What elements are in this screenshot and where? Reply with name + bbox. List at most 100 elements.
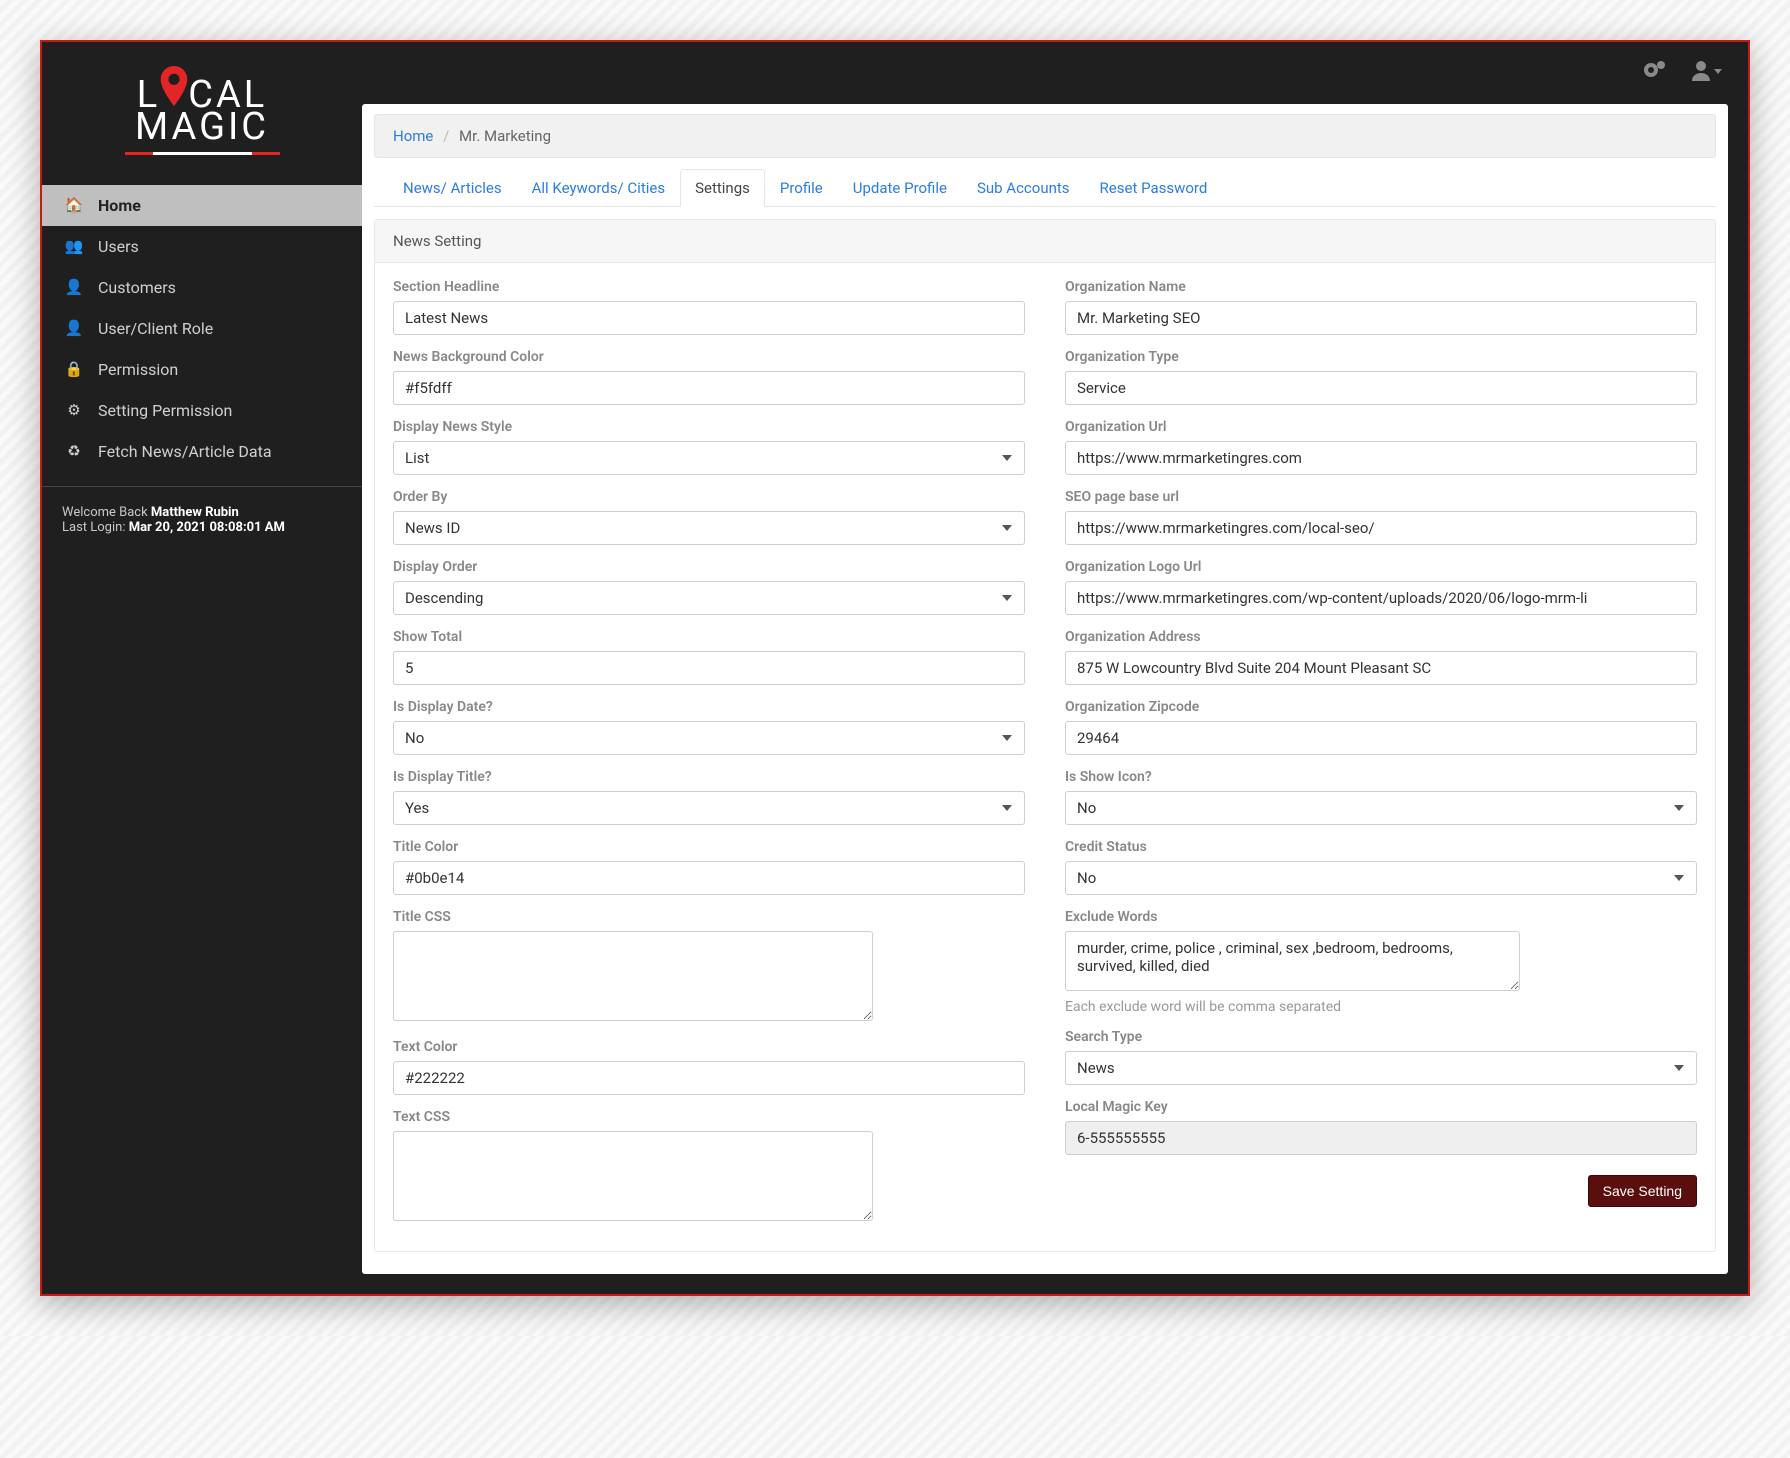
- customer-icon: 👤: [64, 278, 84, 296]
- tab-news-articles[interactable]: News/ Articles: [388, 169, 517, 207]
- org-logo-url-input[interactable]: [1065, 581, 1697, 615]
- sidebar-item-label: Users: [98, 237, 139, 256]
- users-icon: 👥: [64, 237, 84, 255]
- save-setting-button[interactable]: Save Setting: [1588, 1175, 1697, 1207]
- org-logo-url-label: Organization Logo Url: [1065, 559, 1697, 575]
- search-type-select[interactable]: News: [1065, 1051, 1697, 1085]
- is-display-title-label: Is Display Title?: [393, 769, 1025, 785]
- news-bg-color-label: News Background Color: [393, 349, 1025, 365]
- is-display-date-label: Is Display Date?: [393, 699, 1025, 715]
- title-color-label: Title Color: [393, 839, 1025, 855]
- lock-icon: 🔒: [64, 360, 84, 378]
- display-news-style-label: Display News Style: [393, 419, 1025, 435]
- welcome-username: Matthew Rubin: [151, 505, 239, 520]
- last-login-prefix: Last Login:: [62, 520, 129, 535]
- sidebar-nav: 🏠 Home 👥 Users 👤 Customers 👤 User/Client…: [42, 185, 362, 472]
- sidebar: L CAL MAGIC 🏠 Home 👥 U: [42, 42, 362, 1294]
- sidebar-item-user-client-role[interactable]: 👤 User/Client Role: [42, 308, 362, 349]
- map-pin-icon: [160, 66, 188, 110]
- title-css-textarea[interactable]: [393, 931, 873, 1021]
- sidebar-item-customers[interactable]: 👤 Customers: [42, 267, 362, 308]
- breadcrumb-current: Mr. Marketing: [459, 127, 551, 145]
- org-name-input[interactable]: [1065, 301, 1697, 335]
- tab-bar: News/ Articles All Keywords/ Cities Sett…: [374, 168, 1716, 207]
- is-show-icon-select[interactable]: No: [1065, 791, 1697, 825]
- breadcrumb: Home / Mr. Marketing: [374, 114, 1716, 158]
- news-setting-panel: News Setting Section Headline News Back: [374, 219, 1716, 1252]
- sidebar-item-home[interactable]: 🏠 Home: [42, 185, 362, 226]
- home-icon: 🏠: [64, 196, 84, 214]
- section-headline-label: Section Headline: [393, 279, 1025, 295]
- title-color-input[interactable]: [393, 861, 1025, 895]
- role-icon: 👤: [64, 319, 84, 337]
- user-menu-icon[interactable]: [1690, 59, 1724, 87]
- seo-base-url-input[interactable]: [1065, 511, 1697, 545]
- seo-base-url-label: SEO page base url: [1065, 489, 1697, 505]
- org-type-input[interactable]: [1065, 371, 1697, 405]
- org-url-label: Organization Url: [1065, 419, 1697, 435]
- gear-icon: ⚙: [64, 401, 84, 419]
- exclude-words-help: Each exclude word will be comma separate…: [1065, 999, 1697, 1015]
- news-bg-color-input[interactable]: [393, 371, 1025, 405]
- breadcrumb-home[interactable]: Home: [393, 127, 433, 145]
- sidebar-item-fetch-news[interactable]: ♻ Fetch News/Article Data: [42, 431, 362, 472]
- is-display-title-select[interactable]: Yes: [393, 791, 1025, 825]
- org-url-input[interactable]: [1065, 441, 1697, 475]
- display-order-select[interactable]: Descending: [393, 581, 1025, 615]
- welcome-block: Welcome Back Matthew Rubin Last Login: M…: [42, 486, 362, 553]
- breadcrumb-separator: /: [443, 127, 449, 145]
- section-headline-input[interactable]: [393, 301, 1025, 335]
- logo: L CAL MAGIC: [42, 42, 362, 185]
- is-show-icon-label: Is Show Icon?: [1065, 769, 1697, 785]
- order-by-label: Order By: [393, 489, 1025, 505]
- show-total-input[interactable]: [393, 651, 1025, 685]
- sidebar-item-label: Setting Permission: [98, 401, 232, 420]
- org-address-input[interactable]: [1065, 651, 1697, 685]
- tab-reset-password[interactable]: Reset Password: [1085, 169, 1223, 207]
- exclude-words-label: Exclude Words: [1065, 909, 1697, 925]
- welcome-prefix: Welcome Back: [62, 505, 151, 520]
- org-zipcode-input[interactable]: [1065, 721, 1697, 755]
- local-magic-key-input: [1065, 1121, 1697, 1155]
- tab-all-keywords-cities[interactable]: All Keywords/ Cities: [517, 169, 681, 207]
- topbar: [362, 42, 1748, 104]
- sidebar-item-label: Permission: [98, 360, 178, 379]
- last-login-value: Mar 20, 2021 08:08:01 AM: [129, 520, 285, 535]
- text-color-label: Text Color: [393, 1039, 1025, 1055]
- exclude-words-textarea[interactable]: murder, crime, police , criminal, sex ,b…: [1065, 931, 1520, 991]
- credit-status-select[interactable]: No: [1065, 861, 1697, 895]
- tab-update-profile[interactable]: Update Profile: [838, 169, 962, 207]
- settings-gears-icon[interactable]: [1640, 58, 1668, 88]
- display-order-label: Display Order: [393, 559, 1025, 575]
- logo-underline: [125, 152, 280, 155]
- sidebar-item-setting-permission[interactable]: ⚙ Setting Permission: [42, 390, 362, 431]
- org-type-label: Organization Type: [1065, 349, 1697, 365]
- is-display-date-select[interactable]: No: [393, 721, 1025, 755]
- credit-status-label: Credit Status: [1065, 839, 1697, 855]
- tab-settings[interactable]: Settings: [680, 169, 765, 207]
- sidebar-item-label: Fetch News/Article Data: [98, 442, 272, 461]
- text-color-input[interactable]: [393, 1061, 1025, 1095]
- tab-profile[interactable]: Profile: [765, 169, 838, 207]
- text-css-textarea[interactable]: [393, 1131, 873, 1221]
- local-magic-key-label: Local Magic Key: [1065, 1099, 1697, 1115]
- org-zipcode-label: Organization Zipcode: [1065, 699, 1697, 715]
- sidebar-item-users[interactable]: 👥 Users: [42, 226, 362, 267]
- display-news-style-select[interactable]: List: [393, 441, 1025, 475]
- search-type-label: Search Type: [1065, 1029, 1697, 1045]
- order-by-select[interactable]: News ID: [393, 511, 1025, 545]
- show-total-label: Show Total: [393, 629, 1025, 645]
- sidebar-item-label: User/Client Role: [98, 319, 213, 338]
- sidebar-item-label: Customers: [98, 278, 176, 297]
- sidebar-item-label: Home: [98, 196, 141, 215]
- logo-text-magic: MAGIC: [135, 111, 269, 143]
- sidebar-item-permission[interactable]: 🔒 Permission: [42, 349, 362, 390]
- tab-sub-accounts[interactable]: Sub Accounts: [962, 169, 1085, 207]
- recycle-icon: ♻: [64, 442, 84, 460]
- panel-title: News Setting: [375, 220, 1715, 263]
- org-address-label: Organization Address: [1065, 629, 1697, 645]
- org-name-label: Organization Name: [1065, 279, 1697, 295]
- title-css-label: Title CSS: [393, 909, 1025, 925]
- content-area: Home / Mr. Marketing News/ Articles All …: [362, 104, 1728, 1274]
- text-css-label: Text CSS: [393, 1109, 1025, 1125]
